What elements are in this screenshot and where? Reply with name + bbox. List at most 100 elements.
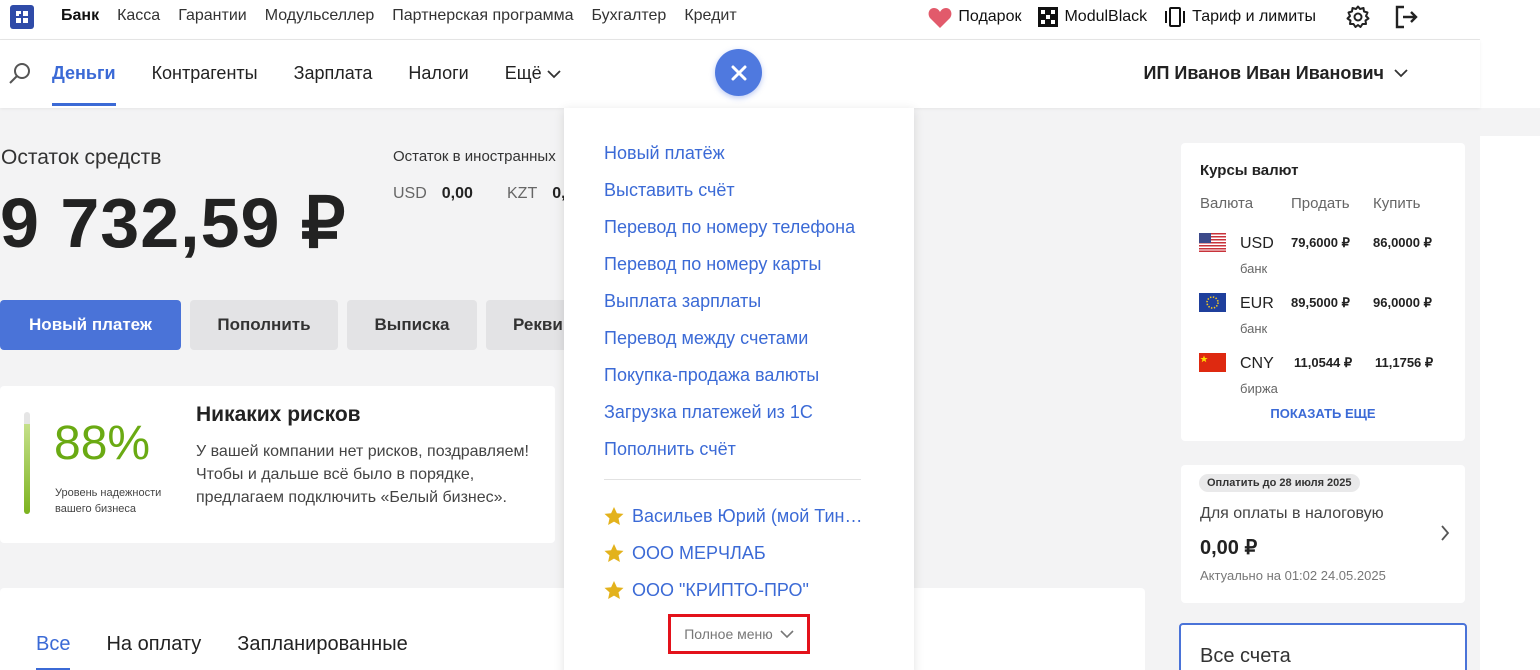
menu-item-card-transfer[interactable]: Перевод по номеру карты [604,253,855,290]
rate-row: USD банк 79,6000 ₽ 86,0000 ₽ [1181,228,1465,288]
favorite-label: ООО "КРИПТО-ПРО" [632,580,809,600]
rate-source: биржа [1240,381,1278,396]
user-name: ИП Иванов Иван Иванович [1143,63,1384,83]
cn-flag-icon [1199,353,1226,372]
foreign-balance-label: Остаток в иностранных [393,148,556,165]
user-menu[interactable]: ИП Иванов Иван Иванович [1144,63,1408,84]
tariff-link[interactable]: Тариф и лимиты [1164,7,1316,27]
settings-button[interactable] [1346,5,1370,29]
rate-currency: USD [1240,235,1274,252]
favorite-label: Васильев Юрий (мой Тин… [632,506,863,526]
menu-item-account-transfer[interactable]: Перевод между счетами [604,327,855,364]
all-accounts-title: Все счета [1200,645,1291,667]
modulblack-label: ModulBlack [1064,8,1148,25]
favorite-item[interactable]: ООО МЕРЧЛАБ [604,535,862,572]
rate-row: EUR банк 89,5000 ₽ 96,0000 ₽ [1181,288,1465,348]
tax-due-badge: Оплатить до 28 июля 2025 [1199,474,1360,492]
main-nav: Деньги Контрагенты Зарплата Налоги Ещё И… [0,40,1480,108]
topnav-item-guarantees[interactable]: Гарантии [178,7,247,25]
currency-rates-card: Курсы валют Валюта Продать Купить USD ба… [1181,143,1465,441]
reliability-gauge [24,412,30,514]
bank-logo-icon[interactable] [10,5,34,29]
rate-currency: CNY [1240,355,1274,372]
favorite-label: ООО МЕРЧЛАБ [632,543,766,563]
topnav-item-credit[interactable]: Кредит [684,7,736,25]
modulblack-link[interactable]: ModulBlack [1038,7,1147,27]
tariff-icon [1165,7,1186,27]
menu-item-top-up[interactable]: Пополнить счёт [604,438,855,475]
full-menu-button[interactable]: Полное меню [668,614,810,654]
rates-title: Курсы валют [1200,162,1299,179]
tax-label: Для оплаты в налоговую [1200,505,1384,522]
tab-money[interactable]: Деньги [52,40,116,106]
tax-updated-date: Актуально на 01:02 24.05.2025 [1200,568,1386,583]
quick-actions-menu: Новый платёж Выставить счёт Перевод по н… [564,108,914,670]
rate-sell: 89,5000 ₽ [1291,295,1350,310]
tab-scheduled[interactable]: Запланированные [237,633,407,670]
chevron-down-icon [546,70,561,79]
foreign-balance-kzt: KZT 0, [507,185,566,203]
full-menu-label: Полное меню [684,626,773,642]
logout-button[interactable] [1394,5,1418,29]
menu-item-currency-exchange[interactable]: Покупка-продажа валюты [604,364,855,401]
tab-more[interactable]: Ещё [505,40,561,106]
close-icon [731,65,746,80]
rate-sell: 11,0544 ₽ [1294,355,1353,370]
topnav-item-accountant[interactable]: Бухгалтер [592,7,667,25]
menu-item-new-payment[interactable]: Новый платёж [604,142,855,179]
tab-counterparties[interactable]: Контрагенты [152,40,258,106]
reliability-percent: 88% [54,417,151,470]
reliability-gauge-fill [24,424,30,514]
tax-amount: 0,00 ₽ [1200,537,1258,559]
menu-divider [604,479,861,480]
menu-item-import-1c[interactable]: Загрузка платежей из 1С [604,401,855,438]
chevron-down-icon [780,629,794,638]
logout-icon [1395,5,1418,29]
menu-item-salary-payout[interactable]: Выплата зарплаты [604,290,855,327]
risk-card[interactable]: 88% Уровень надежности вашего бизнеса Ни… [0,386,555,543]
tab-salary[interactable]: Зарплата [294,40,373,106]
top-up-button[interactable]: Пополнить [190,300,338,350]
menu-item-invoice[interactable]: Выставить счёт [604,179,855,216]
favorite-item[interactable]: Васильев Юрий (мой Тин… [604,498,862,535]
rate-buy: 11,1756 ₽ [1375,355,1434,370]
tax-payment-card[interactable]: Оплатить до 28 июля 2025 Для оплаты в на… [1181,465,1465,603]
new-payment-button[interactable]: Новый платеж [0,300,181,350]
balance-value: 9 732,59 ₽ [0,184,347,262]
search-icon[interactable] [8,61,32,85]
tab-to-pay[interactable]: На оплату [106,633,201,670]
all-accounts-card[interactable]: Все счета [1179,623,1467,670]
rate-currency: EUR [1240,295,1274,312]
foreign-currency: USD [393,185,427,202]
topnav-item-partner[interactable]: Партнерская программа [392,7,573,25]
rate-source: банк [1240,321,1268,336]
star-icon [604,544,624,562]
right-edge-strip [1480,0,1540,670]
statement-button[interactable]: Выписка [347,300,477,350]
tab-all[interactable]: Все [36,633,71,670]
gift-label: Подарок [958,8,1022,25]
tariff-label: Тариф и лимиты [1192,8,1316,25]
topnav-item-cash[interactable]: Касса [117,7,160,25]
eu-flag-icon [1199,293,1226,312]
chevron-down-icon [1394,69,1408,78]
right-edge-strip-grey [1480,108,1540,136]
show-more-rates-link[interactable]: ПОКАЗАТЬ ЕЩЕ [1181,406,1465,421]
top-nav: Банк Касса Гарантии Модульселлер Партнер… [61,7,737,25]
menu-item-phone-transfer[interactable]: Перевод по номеру телефона [604,216,855,253]
favorite-item[interactable]: ООО "КРИПТО-ПРО" [604,572,862,609]
balance-label: Остаток средств [1,146,162,169]
close-menu-button[interactable] [715,49,762,96]
topnav-item-bank[interactable]: Банк [61,7,99,25]
menu-list: Новый платёж Выставить счёт Перевод по н… [604,142,855,475]
rate-source: банк [1240,261,1268,276]
gift-link[interactable]: Подарок [928,7,1021,28]
top-right-actions: Подарок ModulBlack Тариф и лимиты [911,5,1418,29]
risk-title: Никаких рисков [196,403,361,426]
rate-buy: 86,0000 ₽ [1373,235,1432,250]
topnav-item-modulseller[interactable]: Модульселлер [265,7,375,25]
risk-text: У вашей компании нет рисков, поздравляем… [196,443,529,506]
tab-taxes[interactable]: Налоги [408,40,468,106]
gear-icon [1346,5,1370,28]
modulblack-icon [1038,7,1059,27]
